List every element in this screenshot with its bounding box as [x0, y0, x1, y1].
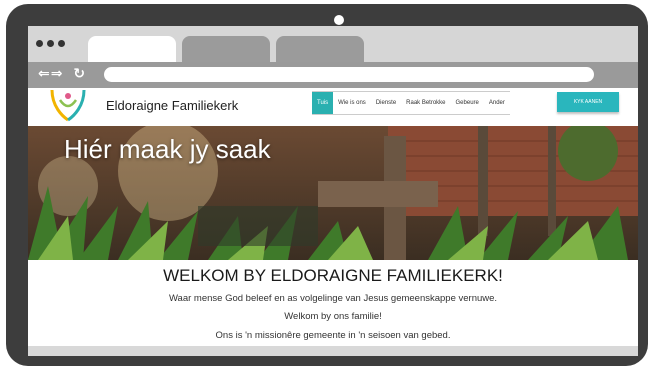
reload-icon[interactable]: ↻ [73, 66, 86, 82]
minimize-dot-icon[interactable] [47, 40, 54, 47]
welcome-line-2: Welkom by ons familie! [284, 311, 382, 322]
welcome-line-3: Ons is 'n missionêre gemeente in 'n seis… [215, 330, 451, 341]
hero-title: Hiér maak jy saak [64, 134, 271, 164]
hero-banner: Hiér maak jy saak [28, 126, 638, 260]
browser-toolbar: ⇐⇒ ↻ [28, 62, 638, 88]
tab-active[interactable] [88, 36, 176, 62]
menu-item-tuis[interactable]: Tuis [312, 92, 334, 114]
browser-window: ⇐⇒ ↻ Eldoraigne Familiekerk Tuis Wie is … [28, 26, 638, 356]
church-logo-icon[interactable] [48, 88, 88, 127]
nav-icons: ⇐⇒ ↻ [38, 66, 86, 82]
close-dot-icon[interactable] [36, 40, 43, 47]
laptop-frame: ⇐⇒ ↻ Eldoraigne Familiekerk Tuis Wie is … [6, 4, 648, 366]
page-bottom-strip [28, 346, 638, 356]
main-menu: Tuis Wie is ons Dienste Raak Betrokke Ge… [312, 91, 510, 115]
cta-button[interactable]: KYK AANEN [557, 92, 619, 112]
menu-item-ander[interactable]: Ander [484, 92, 510, 114]
tab-bar [28, 26, 638, 62]
camera-icon [334, 15, 344, 25]
welcome-line-1: Waar mense God beleef en as volgelinge v… [168, 293, 498, 304]
welcome-heading: WELKOM BY ELDORAIGNE FAMILIEKERK! [163, 266, 503, 285]
web-page: Eldoraigne Familiekerk Tuis Wie is ons D… [28, 88, 638, 356]
site-name[interactable]: Eldoraigne Familiekerk [106, 98, 238, 113]
forward-icon[interactable]: ⇒ [51, 66, 64, 82]
address-bar[interactable] [104, 67, 594, 82]
menu-item-gebeure[interactable]: Gebeure [451, 92, 484, 114]
maximize-dot-icon[interactable] [58, 40, 65, 47]
tab-3[interactable] [276, 36, 364, 62]
menu-item-dienste[interactable]: Dienste [371, 92, 401, 114]
menu-item-raak-betrokke[interactable]: Raak Betrokke [401, 92, 450, 114]
window-controls[interactable] [36, 40, 65, 47]
site-header: Eldoraigne Familiekerk Tuis Wie is ons D… [28, 88, 638, 126]
menu-item-wie-is-ons[interactable]: Wie is ons [333, 92, 371, 114]
back-icon[interactable]: ⇐ [38, 66, 51, 82]
tab-2[interactable] [182, 36, 270, 62]
